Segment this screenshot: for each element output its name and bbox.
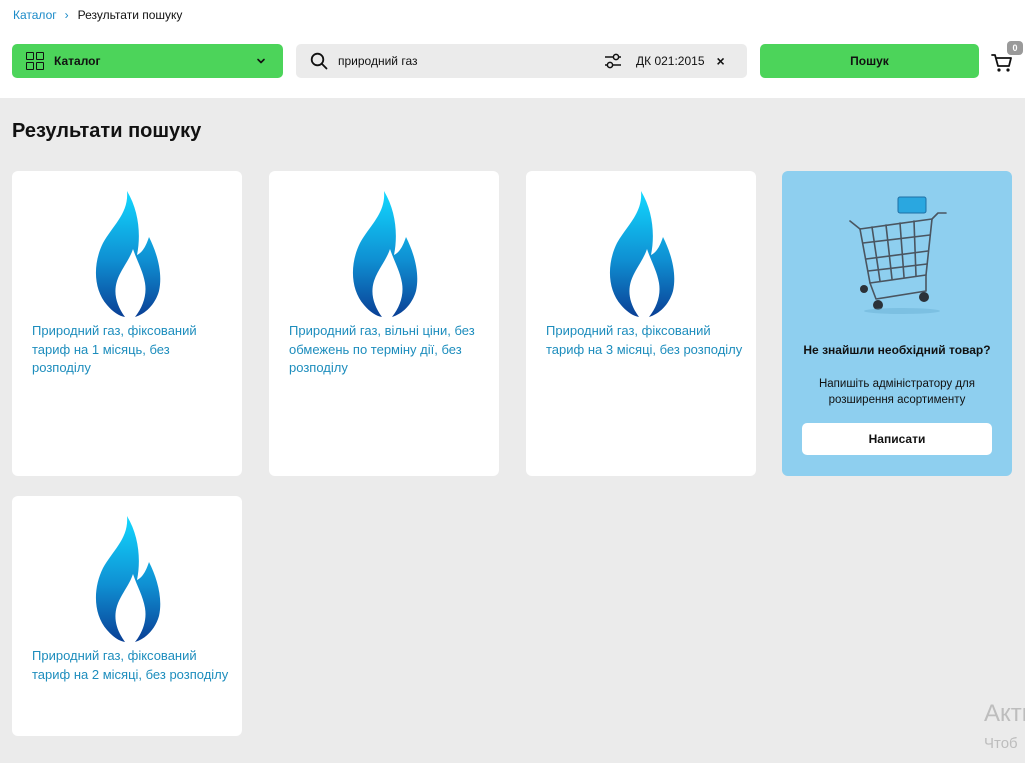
gas-flame-icon [95,516,161,642]
product-title-link[interactable]: Природний газ, фіксований тариф на 2 міс… [32,647,232,684]
product-card[interactable]: Природний газ, фіксований тариф на 2 міс… [12,496,242,736]
help-card: Не знайшли необхідний товар? Напишіть ад… [782,171,1012,476]
breadcrumb-catalog-link[interactable]: Каталог [13,8,57,22]
write-button[interactable]: Написати [802,423,992,455]
help-title: Не знайшли необхідний товар? [803,343,991,357]
shopping-cart-illustration [849,196,947,314]
search-input[interactable] [338,54,598,68]
chevron-down-icon [257,58,265,64]
filter-tag: ДК 021:2015 [636,54,705,68]
product-title-link[interactable]: Природний газ, вільні ціни, без обмежень… [289,322,489,378]
breadcrumb-current: Результати пошуку [77,8,183,22]
grid-icon [26,52,44,70]
gas-flame-icon [609,191,675,317]
product-card[interactable]: Природний газ, вільні ціни, без обмежень… [269,171,499,476]
search-icon[interactable] [310,52,328,70]
product-title-link[interactable]: Природний газ, фіксований тариф на 1 міс… [32,322,232,378]
gas-flame-icon [352,191,418,317]
activation-watermark: Акти [984,700,1025,727]
product-card[interactable]: Природний газ, фіксований тариф на 1 міс… [12,171,242,476]
catalog-button[interactable]: Каталог [12,44,283,78]
product-card[interactable]: Природний газ, фіксований тариф на 3 міс… [526,171,756,476]
search-button[interactable]: Пошук [760,44,979,78]
filter-sliders-icon[interactable] [604,52,622,70]
top-bar: Каталог › Результати пошуку Каталог ДК 0… [0,0,1025,98]
breadcrumb: Каталог › Результати пошуку [13,8,182,22]
clear-filter-icon[interactable]: × [717,54,725,68]
breadcrumb-separator: › [64,8,69,22]
search-box: ДК 021:2015 × [296,44,747,78]
activation-watermark-subtext: Чтоб [984,735,1018,752]
cart-count-badge: 0 [1007,41,1023,55]
product-title-link[interactable]: Природний газ, фіксований тариф на 3 міс… [546,322,746,359]
gas-flame-icon [95,191,161,317]
page-title: Результати пошуку [12,120,202,142]
catalog-label: Каталог [54,54,101,68]
help-text: Напишіть адміністратору для розширення а… [818,378,975,406]
